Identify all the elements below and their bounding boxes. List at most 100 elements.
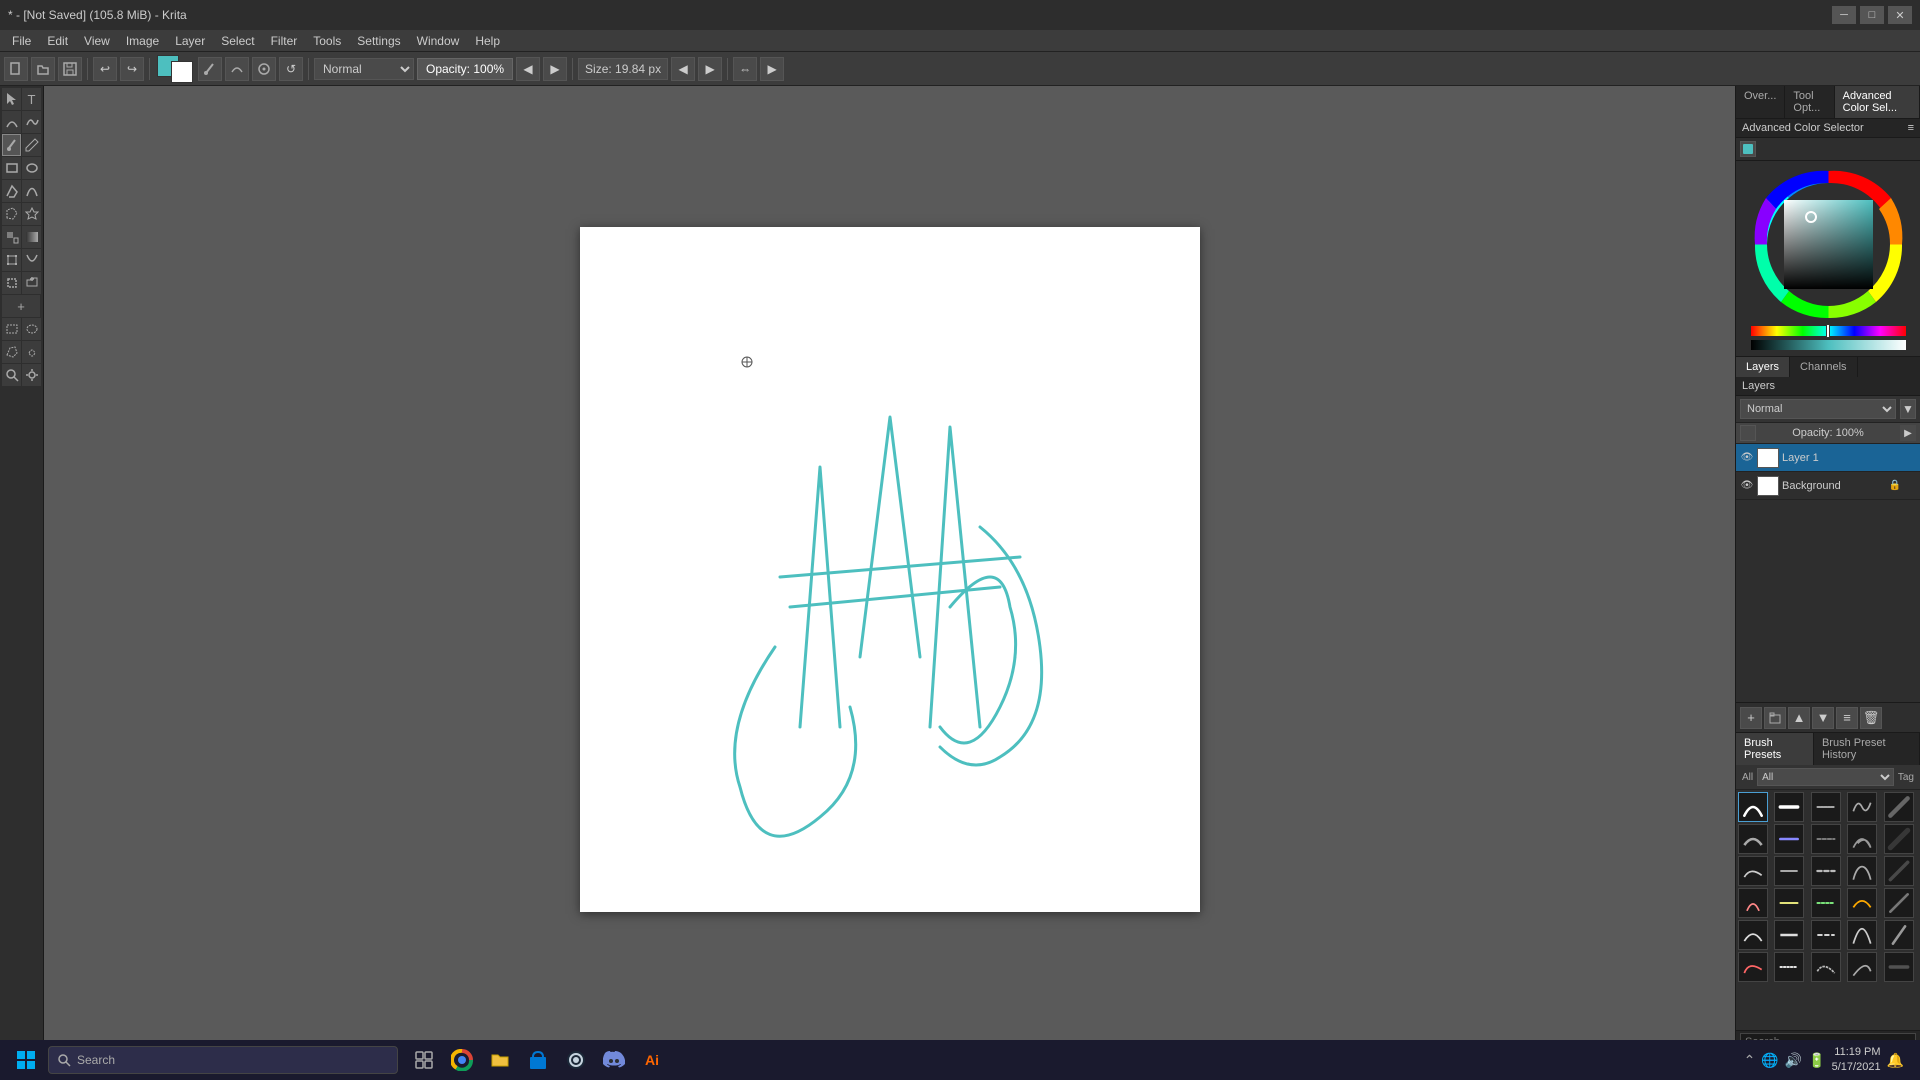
text-tool[interactable]: T	[22, 88, 41, 110]
drawing-canvas[interactable]	[580, 227, 1200, 912]
brush-item-23[interactable]	[1811, 920, 1841, 950]
add-shape-button[interactable]: +	[2, 295, 40, 317]
opacity-down-button[interactable]: ◀	[516, 57, 540, 81]
menu-layer[interactable]: Layer	[167, 32, 213, 50]
play-button[interactable]: ▶	[760, 57, 784, 81]
brush-tag-select[interactable]: All	[1757, 768, 1894, 786]
blend-mode-select[interactable]: Normal Multiply Screen Overlay	[314, 58, 414, 80]
tray-arrow[interactable]: ⌃	[1744, 1052, 1756, 1069]
brush-item-20[interactable]	[1884, 888, 1914, 918]
layers-blend-mode[interactable]: Normal	[1740, 399, 1896, 419]
brush-item-22[interactable]	[1774, 920, 1804, 950]
color-value-slider[interactable]	[1751, 340, 1906, 350]
brush-item-8[interactable]	[1811, 824, 1841, 854]
brush-item-5[interactable]	[1884, 792, 1914, 822]
brush-item-18[interactable]	[1811, 888, 1841, 918]
canvas-area[interactable]	[44, 86, 1735, 1052]
panel-tab-color-selector[interactable]: Advanced Color Sel...	[1835, 86, 1920, 118]
brush-item-25[interactable]	[1884, 920, 1914, 950]
start-button[interactable]	[8, 1042, 44, 1078]
layer-menu-button[interactable]: ≡	[1836, 707, 1858, 729]
layers-tab-channels[interactable]: Channels	[1790, 357, 1857, 377]
cursor-tool[interactable]	[2, 88, 21, 110]
crop-tool[interactable]	[2, 272, 21, 294]
annotation-tool[interactable]	[22, 272, 41, 294]
menu-file[interactable]: File	[4, 32, 39, 50]
color-wheel[interactable]	[1751, 167, 1906, 322]
move-down-button[interactable]: ▼	[1812, 707, 1834, 729]
color-wheel-container[interactable]	[1736, 161, 1920, 357]
contiguous-select-tool[interactable]	[22, 341, 41, 363]
taskbar-steam[interactable]	[558, 1042, 594, 1078]
layers-lock-alpha[interactable]	[1740, 425, 1756, 441]
minimize-button[interactable]: ─	[1832, 6, 1856, 24]
color-selector[interactable]	[157, 55, 193, 83]
size-up-button[interactable]: ▶	[698, 57, 722, 81]
brush-item-7[interactable]	[1774, 824, 1804, 854]
brush-tool[interactable]	[2, 134, 21, 156]
tray-volume[interactable]: 🔊	[1785, 1052, 1802, 1069]
delete-layer-button[interactable]: 🗑	[1860, 707, 1882, 729]
taskbar-chrome[interactable]	[444, 1042, 480, 1078]
freehand-path-tool[interactable]	[22, 180, 41, 202]
warp-tool[interactable]	[22, 249, 41, 271]
brush-item-29[interactable]	[1847, 952, 1877, 982]
brush-item-26[interactable]	[1738, 952, 1768, 982]
menu-view[interactable]: View	[76, 32, 118, 50]
taskbar-clock[interactable]: 11:19 PM 5/17/2021	[1832, 1045, 1881, 1076]
freehand-tool[interactable]	[22, 111, 41, 133]
pencil-tool[interactable]	[22, 134, 41, 156]
fill-tool[interactable]	[2, 226, 21, 248]
background-alpha-lock[interactable]	[1904, 480, 1916, 492]
undo-button[interactable]: ↩	[93, 57, 117, 81]
menu-window[interactable]: Window	[409, 32, 468, 50]
star-tool[interactable]	[22, 203, 41, 225]
redo-button[interactable]: ↪	[120, 57, 144, 81]
menu-select[interactable]: Select	[213, 32, 262, 50]
brush-item-14[interactable]	[1847, 856, 1877, 886]
ellipse-tool[interactable]	[22, 157, 41, 179]
brush-item-9[interactable]	[1847, 824, 1877, 854]
color-swatch-icon[interactable]	[1740, 141, 1756, 157]
brush-tab-history[interactable]: Brush Preset History	[1814, 733, 1920, 765]
poly-select-tool[interactable]	[2, 203, 21, 225]
brush-item-30[interactable]	[1884, 952, 1914, 982]
tray-network[interactable]: 🌐	[1761, 1052, 1778, 1069]
layer-row-background[interactable]: 👁 Background 🔒	[1736, 472, 1920, 500]
menu-tools[interactable]: Tools	[305, 32, 349, 50]
layers-blend-expand[interactable]: ▼	[1900, 399, 1916, 419]
taskbar-task-view[interactable]	[406, 1042, 442, 1078]
panel-tab-overview[interactable]: Over...	[1736, 86, 1785, 118]
rect-select-tool[interactable]	[2, 318, 21, 340]
taskbar-store[interactable]	[520, 1042, 556, 1078]
brush-item-21[interactable]	[1738, 920, 1768, 950]
layer1-alpha-lock[interactable]	[1904, 452, 1916, 464]
brush-item-12[interactable]	[1774, 856, 1804, 886]
move-up-button[interactable]: ▲	[1788, 707, 1810, 729]
zoom-tool[interactable]	[2, 364, 21, 386]
stabilizer-button[interactable]	[252, 57, 276, 81]
gradient-tool[interactable]	[22, 226, 41, 248]
opacity-expand-btn[interactable]: ▶	[1900, 425, 1916, 441]
opacity-display[interactable]: Opacity: 100%	[417, 58, 513, 80]
save-file-button[interactable]	[58, 57, 82, 81]
brush-item-1[interactable]	[1738, 792, 1768, 822]
add-layer-button[interactable]: +	[1740, 707, 1762, 729]
layers-tab-layers[interactable]: Layers	[1736, 357, 1790, 377]
brush-item-6[interactable]	[1738, 824, 1768, 854]
menu-edit[interactable]: Edit	[39, 32, 76, 50]
pan-tool[interactable]	[22, 364, 41, 386]
background-lock[interactable]: 🔒	[1889, 480, 1901, 492]
menu-filter[interactable]: Filter	[263, 32, 306, 50]
reset-rotation-button[interactable]: ↺	[279, 57, 303, 81]
brush-preset-button[interactable]	[198, 57, 222, 81]
brush-tab-presets[interactable]: Brush Presets	[1736, 733, 1814, 765]
calligraphy-tool[interactable]	[2, 111, 21, 133]
poly-lasso-tool[interactable]	[2, 341, 21, 363]
brush-item-10[interactable]	[1884, 824, 1914, 854]
layer1-visibility[interactable]: 👁	[1740, 451, 1754, 465]
taskbar-file-manager[interactable]	[482, 1042, 518, 1078]
background-color[interactable]	[171, 61, 193, 83]
brush-item-24[interactable]	[1847, 920, 1877, 950]
background-visibility[interactable]: 👁	[1740, 479, 1754, 493]
